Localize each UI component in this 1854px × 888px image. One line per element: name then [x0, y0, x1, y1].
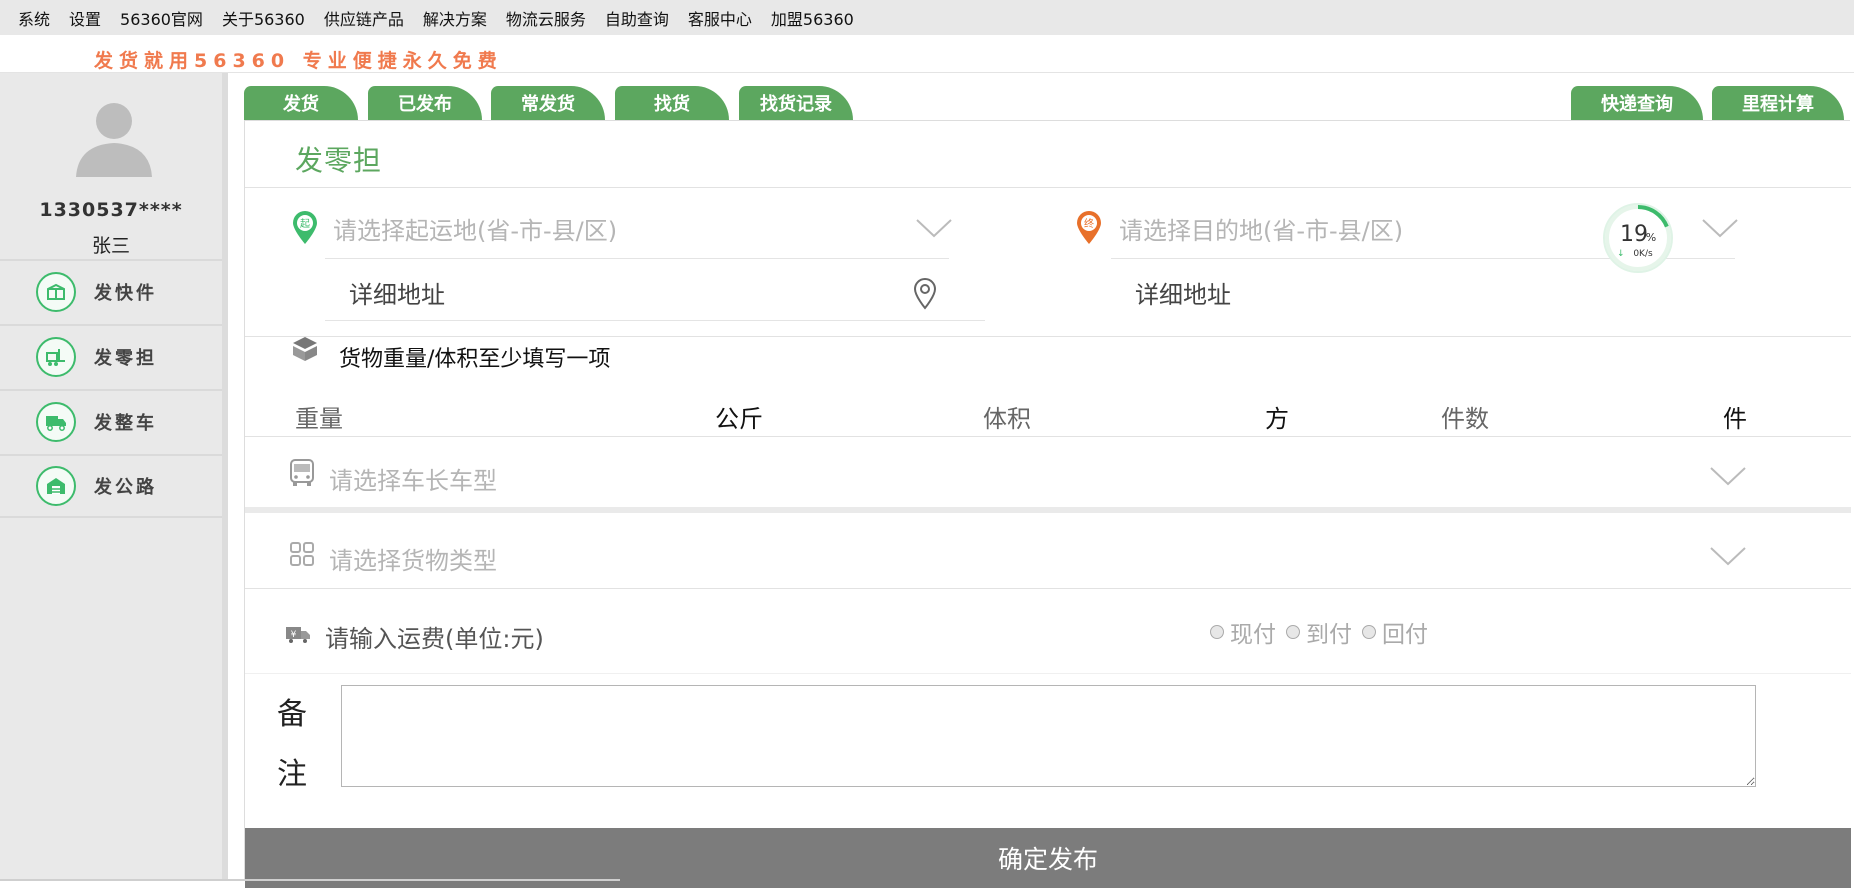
payment-radio-return[interactable] [1362, 625, 1376, 639]
sidebar-item-road[interactable]: 发公路 [0, 454, 222, 518]
chevron-down-icon[interactable] [1709, 465, 1747, 487]
sidebar-item-full-truck[interactable]: 发整车 [0, 389, 222, 453]
sidebar-item-label: 发零担 [94, 348, 157, 369]
volume-unit: 方 [1265, 405, 1289, 433]
divider [245, 673, 1851, 674]
tab-ship[interactable]: 发货 [244, 86, 358, 120]
payment-label: 回付 [1382, 622, 1428, 648]
forklift-icon [36, 337, 76, 377]
section-separator [245, 507, 1851, 513]
tab-published[interactable]: 已发布 [368, 86, 482, 120]
sidebar-item-label: 发公路 [94, 477, 157, 498]
warehouse-icon [36, 466, 76, 506]
page-title: 发零担 [295, 144, 383, 177]
tab-find-records[interactable]: 找货记录 [739, 86, 853, 120]
piece-count-unit: 件 [1723, 405, 1747, 433]
sidebar-item-express[interactable]: 发快件 [0, 259, 222, 323]
sidebar: 1330537**** 张三 发快件 发零担 发整车 发公路 [0, 73, 228, 881]
divider [245, 336, 1851, 337]
piece-count-input[interactable]: 件数 [1441, 399, 1489, 434]
origin-select[interactable]: 请选择起运地(省-市-县/区) [333, 211, 617, 246]
tab-find-goods[interactable]: 找货 [615, 86, 729, 120]
chevron-down-icon[interactable] [915, 217, 953, 239]
package-icon [36, 272, 76, 312]
menu-item-self-service[interactable]: 自助查询 [605, 6, 669, 30]
vehicle-type-select[interactable]: 请选择车长车型 [329, 461, 497, 496]
origin-pin-icon: 起 [293, 211, 317, 244]
tab-express-query[interactable]: 快递查询 [1571, 86, 1703, 120]
origin-detail-address-input[interactable]: 详细地址 [349, 275, 445, 310]
payment-radio-cod[interactable] [1286, 625, 1300, 639]
menu-item-about[interactable]: 关于56360 [222, 6, 305, 30]
divider [245, 588, 1851, 589]
menu-item-supply-chain[interactable]: 供应链产品 [324, 6, 404, 30]
category-grid-icon [290, 542, 314, 566]
divider [325, 258, 949, 259]
divider [0, 72, 1854, 73]
tab-mileage-calc[interactable]: 里程计算 [1712, 86, 1844, 120]
location-pin-icon[interactable] [913, 278, 937, 310]
remark-textarea[interactable] [341, 685, 1756, 787]
avatar [76, 103, 152, 177]
menu-item-settings[interactable]: 设置 [69, 6, 101, 30]
destination-pin-icon: 终 [1077, 211, 1101, 244]
divider [245, 187, 1851, 188]
tab-frequent[interactable]: 常发货 [491, 86, 605, 120]
destination-badge: 终 [1084, 217, 1094, 230]
remark-label: 注 [277, 757, 307, 792]
user-name: 张三 [91, 235, 130, 257]
menu-item-customer-center[interactable]: 客服中心 [688, 6, 752, 30]
cube-icon [293, 337, 317, 361]
truck-icon [36, 402, 76, 442]
user-phone: 1330537**** [39, 199, 183, 221]
menu-item-join[interactable]: 加盟56360 [771, 6, 854, 30]
sidebar-item-label: 发快件 [94, 283, 157, 304]
sidebar-item-ltl[interactable]: 发零担 [0, 324, 222, 388]
network-speed-gauge: 19 % ↓ 0K/s [1603, 203, 1673, 273]
freight-truck-icon: ¥ [286, 627, 310, 643]
origin-badge: 起 [300, 218, 310, 230]
payment-label: 到付 [1306, 622, 1352, 648]
freight-input[interactable]: 请输入运费(单位:元) [325, 619, 544, 654]
top-menu-bar: 系统 设置 56360官网 关于56360 供应链产品 解决方案 物流云服务 自… [0, 0, 1854, 35]
payment-options: 现付 到付 回付 [1210, 615, 1438, 649]
menu-item-solutions[interactable]: 解决方案 [423, 6, 487, 30]
sidebar-item-label: 发整车 [94, 413, 157, 434]
destination-detail-address-input[interactable]: 详细地址 [1135, 275, 1231, 310]
gauge-speed: 0K/s [1633, 249, 1653, 259]
payment-label: 现付 [1230, 622, 1276, 648]
cargo-type-select[interactable]: 请选择货物类型 [329, 541, 497, 576]
remark-label: 备 [277, 697, 307, 732]
divider [245, 436, 1851, 437]
download-arrow-icon: ↓ [1617, 249, 1625, 259]
gauge-percent-sign: % [1646, 231, 1656, 244]
weight-unit: 公斤 [715, 405, 763, 433]
chevron-down-icon[interactable] [1701, 217, 1739, 239]
payment-radio-cash[interactable] [1210, 625, 1224, 639]
menu-item-cloud-service[interactable]: 物流云服务 [506, 6, 586, 30]
divider [325, 320, 985, 321]
menu-item-official-site[interactable]: 56360官网 [120, 6, 203, 30]
destination-select[interactable]: 请选择目的地(省-市-县/区) [1119, 211, 1403, 246]
ltl-form-panel: 发零担 起 请选择起运地(省-市-县/区) 详细地址 终 请选择目的地(省-市-… [244, 120, 1851, 888]
menu-item-system[interactable]: 系统 [18, 6, 50, 30]
svg-text:¥: ¥ [291, 630, 297, 640]
volume-input[interactable]: 体积 [983, 399, 1031, 434]
weight-input[interactable]: 重量 [295, 399, 343, 434]
slogan: 发货就用56360 专业便捷永久免费 [94, 50, 503, 72]
cargo-note: 货物重量/体积至少填写一项 [339, 347, 611, 372]
chevron-down-icon[interactable] [1709, 545, 1747, 567]
bus-icon [290, 459, 314, 486]
gauge-percent: 19 [1620, 222, 1648, 247]
